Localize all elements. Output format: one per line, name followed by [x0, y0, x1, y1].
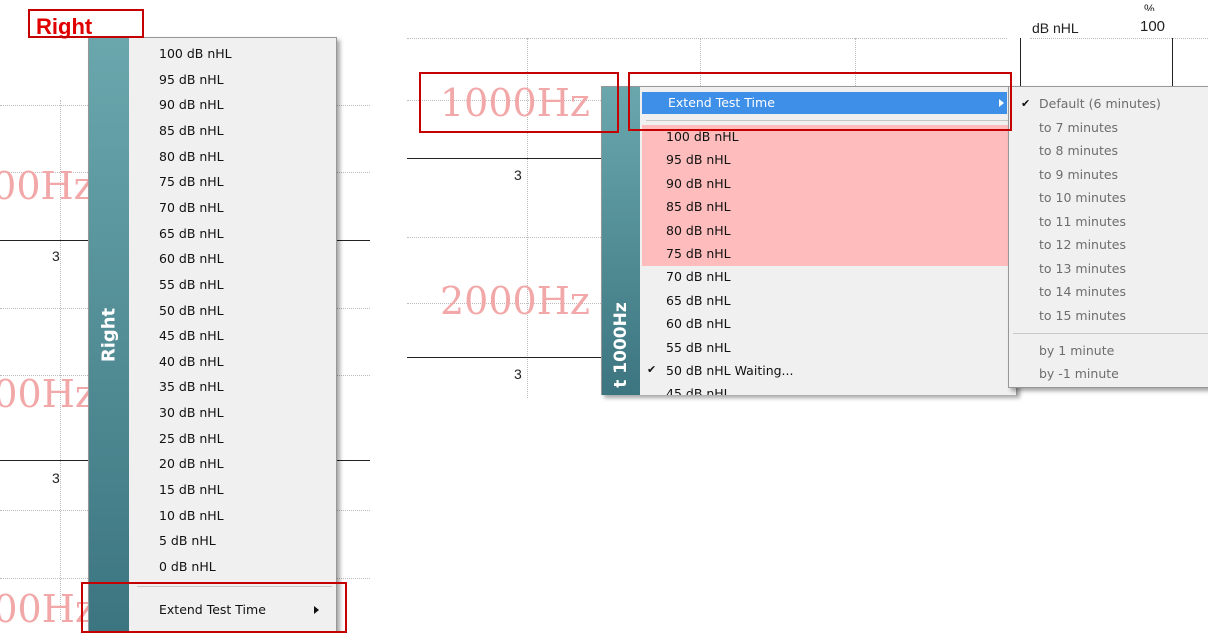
- level-menu-item[interactable]: 35 dB nHL: [159, 375, 224, 398]
- extend-time-option[interactable]: to 7 minutes: [1039, 116, 1118, 140]
- level-menu-item[interactable]: 20 dB nHL: [159, 452, 224, 475]
- left-tick-label: 3: [52, 248, 60, 264]
- level-menu-item[interactable]: 60 dB nHL: [159, 247, 224, 270]
- level-menu-item[interactable]: 25 dB nHL: [159, 427, 224, 450]
- level-menu-item[interactable]: 100 dB nHL: [159, 42, 232, 65]
- by-minus-one-minute-item[interactable]: by -1 minute: [1039, 362, 1119, 386]
- extend-time-option[interactable]: to 13 minutes: [1039, 257, 1126, 281]
- right-freq-label-2000: 2000Hz: [440, 279, 590, 323]
- level-menu-item[interactable]: 15 dB nHL: [159, 478, 224, 501]
- level-menu-item[interactable]: 80 dB nHL: [666, 219, 731, 243]
- level-menu-item[interactable]: 10 dB nHL: [159, 504, 224, 527]
- level-menu-item[interactable]: 70 dB nHL: [159, 196, 224, 219]
- submenu-separator: [1013, 333, 1208, 334]
- level-menu-item[interactable]: 80 dB nHL: [159, 145, 224, 168]
- annotation-box-extend-left: [81, 582, 347, 633]
- level-menu-item[interactable]: 45 dB nHL: [159, 324, 224, 347]
- level-menu-item[interactable]: 65 dB nHL: [159, 222, 224, 245]
- annotation-box-extend-right: [628, 72, 1012, 131]
- level-menu-item[interactable]: 85 dB nHL: [159, 119, 224, 142]
- checkmark-icon: ✔: [647, 363, 657, 376]
- level-menu-item[interactable]: 55 dB nHL: [159, 273, 224, 296]
- extend-time-submenu[interactable]: Default (6 minutes) ✔ to 7 minutes to 8 min…: [1008, 86, 1208, 388]
- level-menu-item[interactable]: 30 dB nHL: [159, 401, 224, 424]
- extend-time-option[interactable]: to 10 minutes: [1039, 186, 1126, 210]
- level-menu-item[interactable]: 40 dB nHL: [159, 350, 224, 373]
- extend-time-option[interactable]: to 11 minutes: [1039, 210, 1126, 234]
- menu-side-band: t 1000Hz: [602, 87, 640, 395]
- axis-unit-label: dB nHL: [1032, 20, 1079, 36]
- level-menu-item[interactable]: 70 dB nHL: [666, 265, 731, 289]
- axis-value-label: 100: [1140, 18, 1166, 35]
- level-context-menu[interactable]: Right 100 dB nHL 95 dB nHL 90 dB nHL 85 dB …: [88, 37, 337, 632]
- level-menu-item[interactable]: 75 dB nHL: [159, 170, 224, 193]
- level-menu-item[interactable]: 55 dB nHL: [666, 336, 731, 360]
- level-menu-item[interactable]: 50 dB nHL: [159, 299, 224, 322]
- level-menu-item[interactable]: 95 dB nHL: [666, 148, 731, 172]
- right-level-context-menu[interactable]: t 1000Hz Extend Test Time 100 dB nHL 95 d…: [601, 86, 1017, 395]
- level-menu-item[interactable]: 75 dB nHL: [666, 242, 731, 266]
- level-menu-item[interactable]: 60 dB nHL: [666, 312, 731, 336]
- level-menu-item[interactable]: 90 dB nHL: [159, 93, 224, 116]
- left-freq-label-500: 500Hz: [0, 164, 94, 208]
- level-menu-item[interactable]: 45 dB nHL: [666, 382, 731, 395]
- right-tick-label: 3: [514, 366, 522, 382]
- level-menu-item[interactable]: 5 dB nHL: [159, 529, 216, 552]
- extend-time-option[interactable]: to 9 minutes: [1039, 163, 1118, 187]
- level-menu-item[interactable]: 85 dB nHL: [666, 195, 731, 219]
- annotation-box-freq: [419, 72, 619, 133]
- level-menu-item[interactable]: 65 dB nHL: [666, 289, 731, 313]
- left-tick-label: 3: [52, 470, 60, 486]
- extend-time-option[interactable]: Default (6 minutes): [1039, 92, 1161, 116]
- level-menu-item[interactable]: 50 dB nHL Waiting...: [666, 359, 793, 383]
- checkmark-icon: ✔: [1021, 97, 1031, 110]
- level-menu-item[interactable]: 0 dB nHL: [159, 555, 216, 578]
- right-tick-label: 3: [514, 167, 522, 183]
- band-label-right: Right: [98, 307, 120, 362]
- by-one-minute-item[interactable]: by 1 minute: [1039, 339, 1114, 363]
- band-label-test-1000hz: t 1000Hz: [611, 302, 631, 388]
- menu-side-band: Right: [89, 38, 129, 631]
- extend-time-option[interactable]: to 15 minutes: [1039, 304, 1126, 328]
- level-menu-item[interactable]: 90 dB nHL: [666, 172, 731, 196]
- extend-time-option[interactable]: to 12 minutes: [1039, 233, 1126, 257]
- extend-time-option[interactable]: to 8 minutes: [1039, 139, 1118, 163]
- axis-percent-label: %: [1144, 3, 1155, 11]
- annotation-box-title: [28, 9, 144, 38]
- extend-time-option[interactable]: to 14 minutes: [1039, 280, 1126, 304]
- level-menu-item[interactable]: 95 dB nHL: [159, 68, 224, 91]
- left-freq-label-2000: 2000Hz: [0, 372, 95, 416]
